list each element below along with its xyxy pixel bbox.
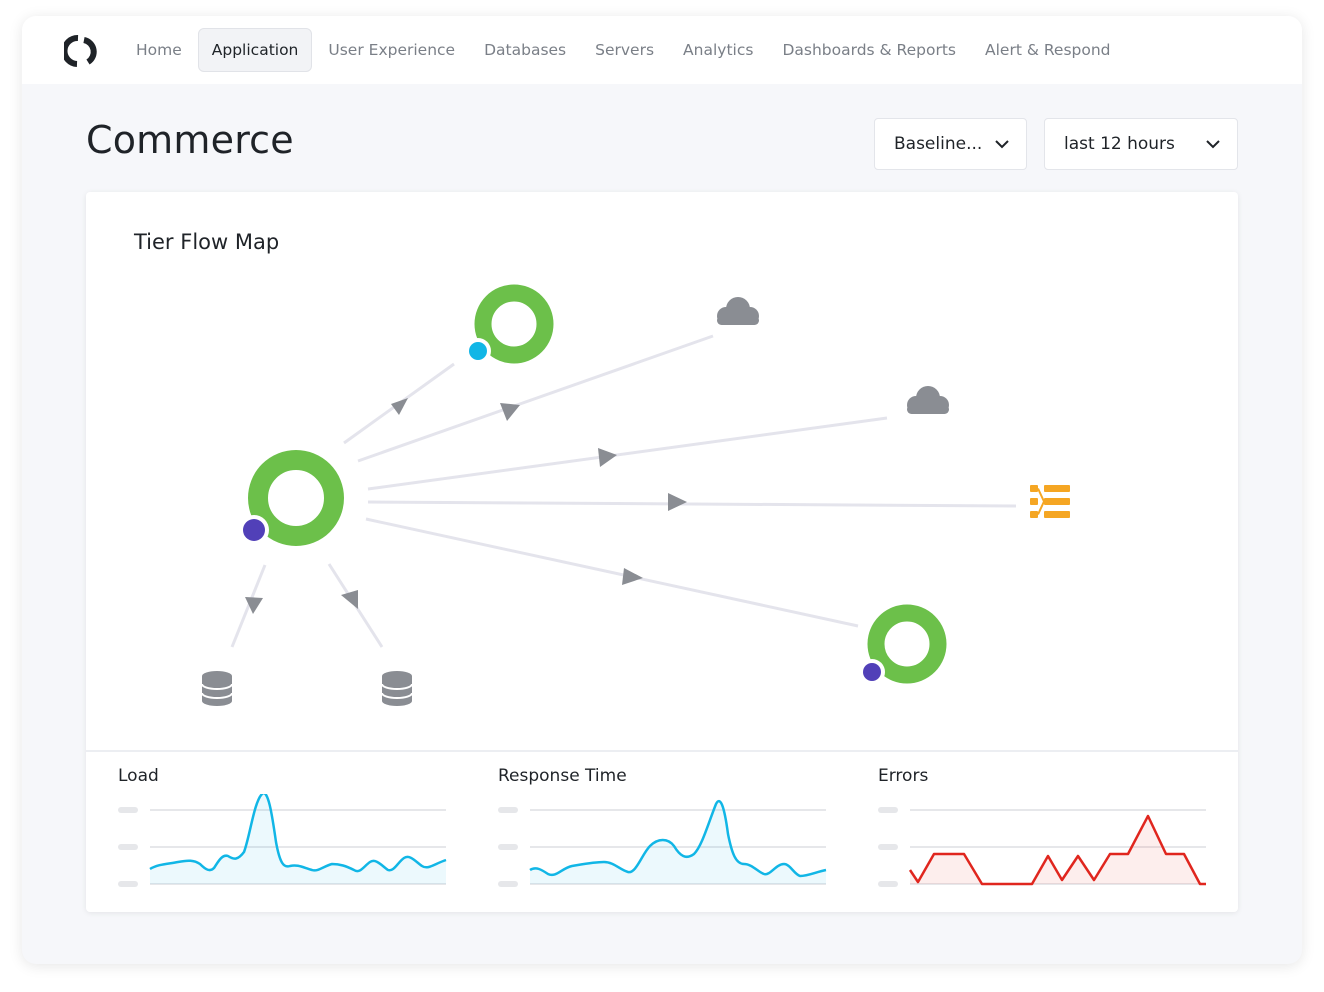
baseline-select[interactable]: Baseline... — [874, 118, 1027, 170]
arrow-icon — [622, 568, 643, 585]
baseline-select-label: Baseline... — [894, 134, 983, 154]
arrow-icon — [668, 493, 687, 511]
nav-tabs: Home Application User Experience Databas… — [123, 28, 1127, 72]
errors-sparkline — [878, 807, 1206, 887]
metric-label: Errors — [878, 766, 929, 786]
tier-node-right[interactable] — [859, 604, 947, 685]
queue-icon[interactable] — [1030, 485, 1070, 518]
metric-errors: Errors — [878, 766, 1218, 896]
nav-item-home[interactable]: Home — [123, 28, 195, 72]
nav-item-analytics[interactable]: Analytics — [670, 28, 766, 72]
arrow-icon — [391, 398, 408, 415]
logo-icon[interactable] — [64, 32, 100, 68]
edge-main-to-db-1 — [230, 564, 267, 648]
flow-map-canvas — [201, 284, 1070, 706]
page-title: Commerce — [86, 118, 294, 162]
tier-flow-card: Tier Flow Map Load Response Time Errors — [86, 192, 1238, 912]
edge-main-to-right-tier — [365, 517, 859, 628]
cloud-icon[interactable] — [907, 386, 949, 414]
arrow-icon — [341, 590, 358, 609]
arrow-icon — [598, 448, 617, 467]
arrow-icon — [500, 403, 520, 421]
metric-label: Response Time — [498, 766, 627, 786]
app-window: Home Application User Experience Databas… — [22, 16, 1302, 964]
time-range-select-label: last 12 hours — [1064, 134, 1175, 154]
tier-node-main[interactable] — [239, 450, 344, 546]
nav-item-dashboards-reports[interactable]: Dashboards & Reports — [769, 28, 969, 72]
metric-response-time: Response Time — [498, 766, 838, 896]
divider — [86, 750, 1238, 752]
tier-node-top[interactable] — [465, 284, 554, 364]
metric-load: Load — [118, 766, 458, 896]
nav-item-servers[interactable]: Servers — [582, 28, 667, 72]
nav-item-application[interactable]: Application — [197, 28, 313, 72]
metric-label: Load — [118, 766, 159, 786]
chevron-down-icon — [1206, 140, 1220, 149]
time-range-select[interactable]: last 12 hours — [1044, 118, 1238, 170]
load-sparkline — [118, 794, 447, 887]
edge-main-to-queue — [367, 500, 1017, 508]
database-icon[interactable] — [381, 671, 413, 706]
top-nav: Home Application User Experience Databas… — [22, 16, 1302, 84]
cloud-icon[interactable] — [717, 297, 759, 325]
nav-item-databases[interactable]: Databases — [471, 28, 579, 72]
response-time-sparkline — [498, 799, 827, 887]
database-icon[interactable] — [201, 671, 233, 706]
nav-item-alert-respond[interactable]: Alert & Respond — [972, 28, 1124, 72]
nav-item-user-experience[interactable]: User Experience — [315, 28, 468, 72]
chevron-down-icon — [995, 140, 1009, 149]
